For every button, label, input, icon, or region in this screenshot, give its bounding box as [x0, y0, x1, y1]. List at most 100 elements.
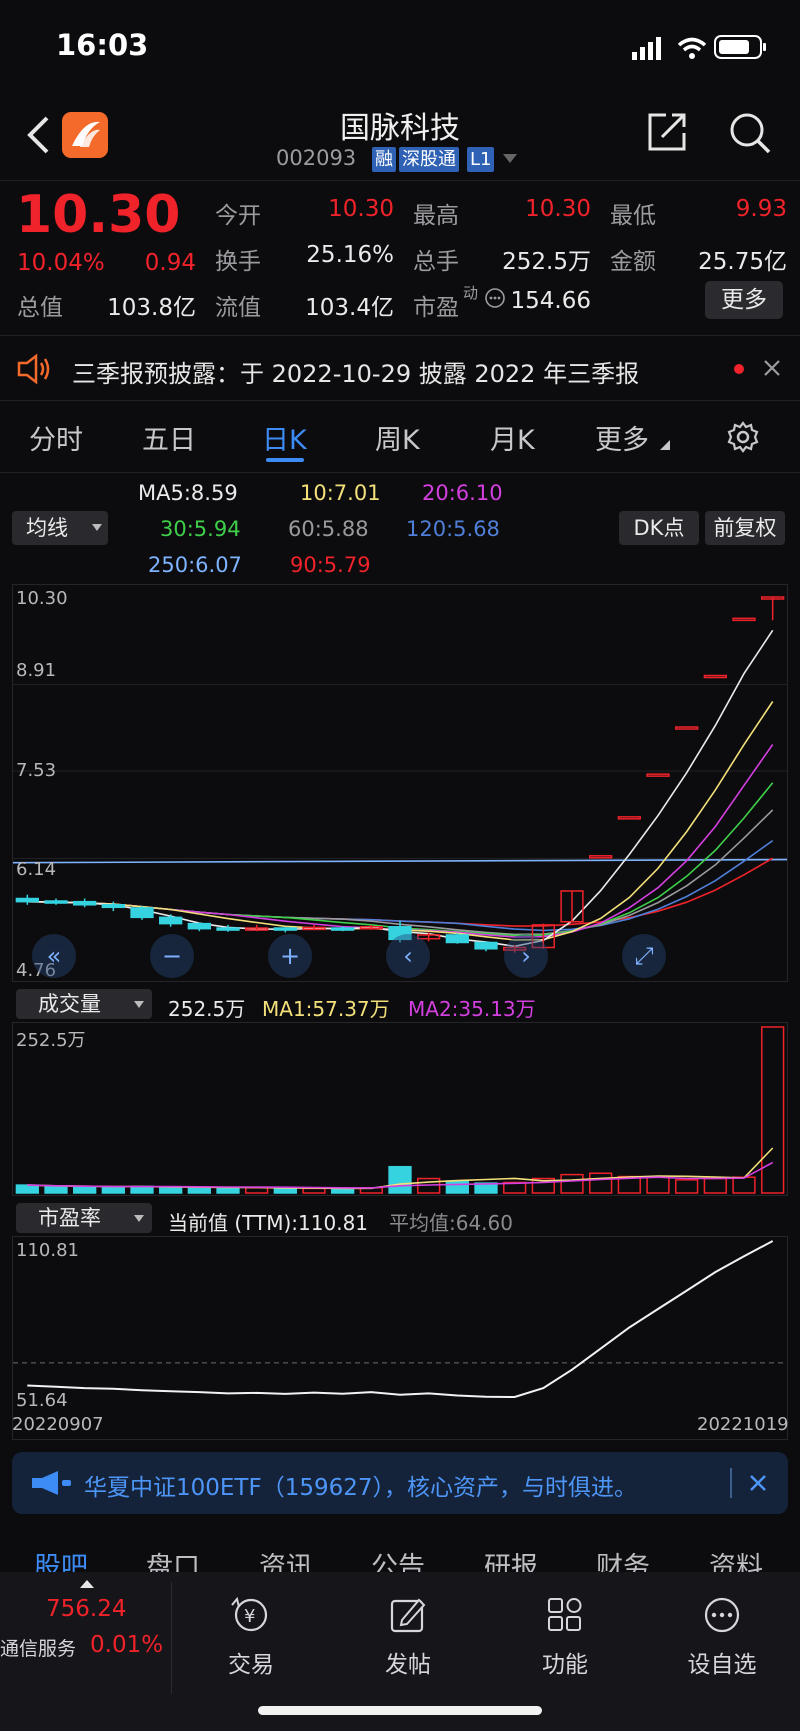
change-amount: 0.94	[144, 250, 196, 276]
ma-selector-label: 均线	[26, 516, 68, 540]
grid-icon	[548, 1598, 582, 1631]
edit-icon	[390, 1598, 426, 1633]
scroll-left-icon[interactable]: «	[32, 934, 76, 978]
prev-icon[interactable]: ‹	[386, 934, 430, 978]
volume-bar	[245, 1186, 269, 1194]
zoom-in-icon[interactable]: +	[268, 934, 312, 978]
label-market-cap: 总值	[17, 295, 63, 321]
dropdown-icon[interactable]	[503, 154, 517, 164]
info-dots-icon[interactable]	[484, 287, 506, 309]
tab-daily-k[interactable]: 日K	[262, 418, 307, 457]
more-circle-icon	[704, 1597, 740, 1633]
divider	[0, 400, 800, 401]
triangle-icon	[660, 440, 670, 450]
chevron-down-icon	[134, 1001, 144, 1008]
candle-body	[646, 773, 670, 777]
speaker-icon	[17, 353, 50, 385]
post-button[interactable]: 发帖	[348, 1595, 468, 1679]
divider	[0, 180, 800, 181]
volume-bar	[216, 1187, 240, 1194]
value-volume: 252.5万	[502, 249, 591, 275]
ma90-value: 90:5.79	[290, 553, 371, 577]
fullscreen-icon[interactable]: ⤢	[622, 934, 666, 978]
tab-weekly-k[interactable]: 周K	[375, 418, 420, 457]
volume-axis-top: 252.5万	[16, 1030, 86, 1051]
volume-ma2: MA2:35.13万	[408, 997, 536, 1021]
label-open: 今开	[215, 203, 261, 229]
pe-average: 平均值:64.60	[389, 1211, 513, 1235]
index-value: 756.24	[46, 1596, 127, 1622]
status-bar: 16:03	[0, 0, 800, 95]
volume-bar	[646, 1176, 670, 1194]
volume-bar	[761, 1026, 785, 1194]
ma5-line	[27, 629, 774, 948]
badge-level: L1	[467, 147, 495, 172]
ad-banner[interactable]: 华夏中证100ETF（159627），核心资产，与时俱进。	[12, 1452, 788, 1514]
status-time: 16:03	[56, 28, 149, 62]
value-high: 10.30	[525, 196, 591, 222]
pe-selector[interactable]: 市盈率	[16, 1203, 152, 1233]
candle-body	[44, 900, 68, 904]
volume-bar	[388, 1165, 412, 1194]
pe-superscript: 动	[463, 284, 479, 302]
zoom-out-icon[interactable]: −	[150, 934, 194, 978]
label-pe: 市盈	[413, 295, 459, 321]
badge-margin: 融	[372, 147, 396, 172]
tab-monthly-k[interactable]: 月K	[490, 418, 535, 457]
close-icon[interactable]	[763, 359, 781, 377]
notice-text[interactable]: 三季报预披露：于 2022-10-29 披露 2022 年三季报	[72, 354, 639, 389]
stock-code: 002093	[276, 146, 357, 170]
volume-selector[interactable]: 成交量	[16, 989, 152, 1019]
volume-bar	[703, 1177, 727, 1194]
share-icon[interactable]	[646, 111, 688, 153]
ma250-line	[13, 858, 787, 864]
pe-svg	[13, 1240, 787, 1399]
volume-chart[interactable]	[12, 1022, 788, 1196]
divider	[0, 472, 800, 473]
pe-current: 当前值 (TTM):110.81	[168, 1211, 369, 1235]
volume-bar	[302, 1187, 326, 1194]
volume-current: 252.5万	[168, 997, 246, 1021]
dk-point-button[interactable]: DK点	[619, 511, 699, 545]
candle-body	[273, 927, 297, 931]
label-turnover: 换手	[215, 249, 261, 275]
ma120-value: 120:5.68	[406, 517, 500, 541]
settings-icon[interactable]	[727, 421, 759, 453]
trade-button[interactable]: ¥ 交易	[191, 1595, 311, 1679]
kline-chart[interactable]	[12, 584, 788, 982]
chevron-down-icon	[134, 1215, 144, 1222]
tab-more[interactable]: 更多	[595, 418, 649, 457]
more-button[interactable]: 更多	[705, 281, 783, 319]
caret-up-icon	[80, 1580, 94, 1588]
value-pe: 154.66	[510, 288, 591, 314]
volume-ma1: MA1:57.37万	[262, 997, 390, 1021]
volume-bar	[44, 1185, 68, 1194]
close-icon[interactable]	[749, 1474, 767, 1492]
price-axis-top: 10.30	[16, 588, 68, 609]
candle-body	[216, 927, 240, 931]
watchlist-button[interactable]: 设自选	[662, 1595, 782, 1679]
next-icon[interactable]: ›	[504, 934, 548, 978]
tab-five-day[interactable]: 五日	[142, 418, 196, 457]
value-market-cap: 103.8亿	[107, 295, 196, 321]
price-axis-4: 6.14	[16, 859, 57, 880]
ma30-value: 30:5.94	[160, 517, 241, 541]
tab-intraday[interactable]: 分时	[29, 418, 83, 457]
label-high: 最高	[413, 203, 459, 229]
ma-selector[interactable]: 均线	[12, 511, 108, 545]
search-icon[interactable]	[728, 111, 772, 155]
megaphone-icon	[32, 1471, 71, 1495]
functions-label: 功能	[542, 1652, 588, 1678]
date-start: 20220907	[12, 1414, 104, 1435]
candle-body	[703, 674, 727, 679]
home-indicator	[258, 1706, 542, 1715]
candle-body	[331, 927, 355, 931]
ma60-value: 60:5.88	[288, 517, 369, 541]
functions-button[interactable]: 功能	[505, 1595, 625, 1679]
value-amount: 25.75亿	[698, 249, 787, 275]
pe-chart[interactable]	[12, 1236, 788, 1440]
adjust-button[interactable]: 前复权	[705, 511, 785, 545]
candle-body	[159, 916, 183, 925]
volume-bar	[331, 1188, 355, 1194]
candle-body	[617, 816, 641, 820]
